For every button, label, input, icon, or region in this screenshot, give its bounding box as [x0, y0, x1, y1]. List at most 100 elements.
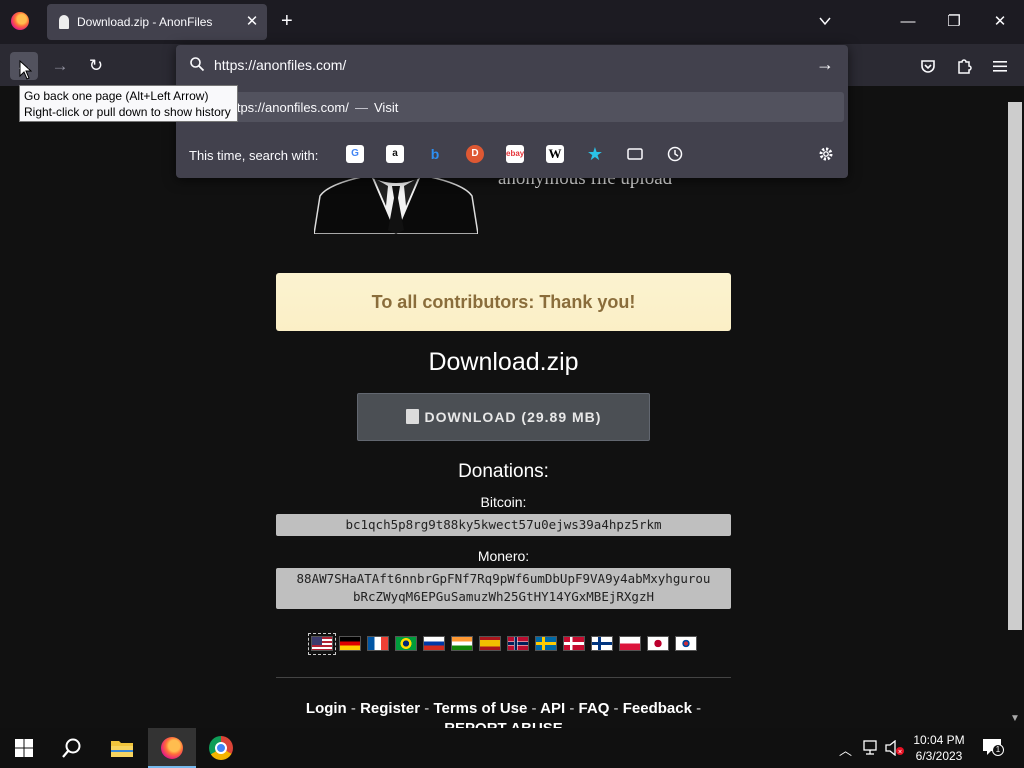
flag-pl-icon[interactable]: [619, 636, 641, 651]
tooltip-line-2: Right-click or pull down to show history: [24, 105, 231, 119]
flag-fi-icon[interactable]: [591, 636, 613, 651]
wikipedia-icon[interactable]: W: [546, 145, 564, 163]
donations-heading: Donations:: [458, 461, 549, 482]
restore-button[interactable]: ❐: [931, 0, 977, 44]
flag-se-icon[interactable]: [535, 636, 557, 651]
scroll-down-arrow-icon[interactable]: ▼: [1010, 713, 1020, 724]
tabs-icon[interactable]: [626, 145, 644, 163]
system-clock[interactable]: 10:04 PM 6/3/2023: [905, 732, 973, 764]
tab-strip: Download.zip - AnonFiles ✕ + — ❐ ✕: [0, 0, 1024, 44]
footer-separator: -: [613, 700, 619, 717]
suggestion-action: Visit: [374, 100, 399, 115]
flag-es-icon[interactable]: [479, 636, 501, 651]
flag-us-icon[interactable]: [311, 636, 333, 651]
folder-icon: [111, 741, 133, 757]
notification-count-badge: 1: [992, 744, 1004, 756]
windows-taskbar: ︿ × 10:04 PM 6/3/2023 1: [0, 728, 1024, 768]
flag-dk-icon[interactable]: [563, 636, 585, 651]
windows-logo-icon: [15, 739, 33, 757]
search-icon: [62, 738, 81, 758]
clock-date: 6/3/2023: [915, 749, 963, 763]
search-settings-gear-icon[interactable]: [817, 145, 835, 163]
chrome-icon: [209, 736, 233, 760]
tab-close-icon[interactable]: ✕: [243, 12, 261, 32]
network-icon[interactable]: [862, 740, 880, 756]
footer-divider: [276, 677, 731, 678]
close-window-button[interactable]: ✕: [977, 0, 1023, 44]
volume-muted-icon[interactable]: ×: [885, 740, 905, 756]
monero-address-line-2: bRcZWyqM6EPGuSamuzWh25GtHY14YGxMBEjRXgzH: [352, 589, 655, 604]
monero-label: Monero:: [477, 548, 530, 564]
flag-fr-icon[interactable]: [367, 636, 389, 651]
history-icon[interactable]: [666, 145, 684, 163]
forward-button[interactable]: →: [46, 52, 74, 80]
login-link[interactable]: Login: [306, 700, 347, 717]
faq-link[interactable]: FAQ: [579, 700, 610, 717]
flag-in-icon[interactable]: [451, 636, 473, 651]
url-suggestion-row[interactable]: https://anonfiles.com/ — Visit: [180, 92, 844, 122]
bitcoin-label: Bitcoin:: [480, 494, 527, 510]
scrollbar-thumb[interactable]: [1008, 102, 1022, 630]
list-all-tabs-chevron-icon[interactable]: [818, 14, 832, 28]
flag-de-icon[interactable]: [339, 636, 361, 651]
taskbar-chrome-button[interactable]: [197, 728, 245, 768]
file-explorer-button[interactable]: [98, 728, 146, 768]
tab-title: Download.zip - AnonFiles: [77, 15, 213, 29]
url-bar-dropdown: → https://anonfiles.com/ — Visit This ti…: [176, 45, 848, 178]
flag-br-icon[interactable]: [395, 636, 417, 651]
thanks-banner: To all contributors: Thank you!: [276, 273, 731, 331]
action-center-button[interactable]: 1: [982, 738, 1004, 758]
monero-address-line-1: 88AW7SHaATAft6nnbrGpFNf7Rq9pWf6umDbUpF9V…: [296, 571, 711, 586]
flag-jp-icon[interactable]: [647, 636, 669, 651]
feedback-link[interactable]: Feedback: [623, 700, 692, 717]
url-input[interactable]: [214, 51, 774, 79]
file-name-heading: Download.zip: [428, 348, 579, 376]
anonfiles-favicon-icon: [59, 15, 69, 29]
download-button-label: DOWNLOAD (29.89 MB): [424, 409, 602, 425]
footer-separator: -: [424, 700, 430, 717]
search-with-label: This time, search with:: [189, 148, 319, 163]
flag-ru-icon[interactable]: [423, 636, 445, 651]
terms-of-use-link[interactable]: Terms of Use: [433, 700, 527, 717]
hamburger-menu-icon[interactable]: [990, 56, 1010, 76]
start-button[interactable]: [0, 728, 48, 768]
pocket-icon[interactable]: [918, 56, 938, 76]
zip-file-icon: [405, 409, 419, 424]
new-tab-button[interactable]: +: [281, 11, 293, 31]
ebay-icon[interactable]: ebay: [506, 145, 524, 163]
back-button-tooltip: Go back one page (Alt+Left Arrow) Right-…: [19, 85, 238, 122]
footer-separator: -: [569, 700, 575, 717]
duckduckgo-icon[interactable]: D: [466, 145, 484, 163]
taskbar-search-button[interactable]: [48, 728, 96, 768]
flag-no-icon[interactable]: [507, 636, 529, 651]
footer-links: Login - Register - Terms of Use - API - …: [276, 699, 731, 728]
minimize-button[interactable]: —: [885, 0, 931, 44]
reload-button[interactable]: ↻: [82, 52, 110, 80]
mouse-cursor-icon: [19, 60, 32, 80]
suggestion-url: https://anonfiles.com/: [226, 100, 349, 115]
firefox-icon: [161, 737, 183, 759]
amazon-icon[interactable]: a: [386, 145, 404, 163]
search-icon: [190, 57, 205, 72]
download-button[interactable]: DOWNLOAD (29.89 MB): [357, 393, 650, 441]
bing-icon[interactable]: b: [426, 145, 444, 163]
svg-text:×: ×: [897, 749, 902, 756]
firefox-menu-icon[interactable]: [11, 12, 29, 30]
go-arrow-icon[interactable]: →: [816, 54, 834, 74]
footer-separator: -: [696, 700, 702, 717]
browser-tab-active[interactable]: Download.zip - AnonFiles ✕: [47, 4, 267, 40]
footer-separator: -: [531, 700, 537, 717]
register-link[interactable]: Register: [360, 700, 420, 717]
bitcoin-address[interactable]: bc1qch5p8rg9t88ky5kwect57u0ejws39a4hpz5r…: [276, 514, 731, 536]
google-icon[interactable]: G: [346, 145, 364, 163]
flag-kr-icon[interactable]: [675, 636, 697, 651]
monero-address[interactable]: 88AW7SHaATAft6nnbrGpFNf7Rq9pWf6umDbUpF9V…: [276, 568, 731, 609]
api-link[interactable]: API: [540, 700, 565, 717]
page-content: anonymous file upload To all contributor…: [0, 86, 1006, 728]
taskbar-firefox-button[interactable]: [148, 728, 196, 768]
bookmarks-star-icon[interactable]: ★: [586, 145, 604, 163]
tooltip-line-1: Go back one page (Alt+Left Arrow): [24, 89, 209, 103]
report-abuse-link[interactable]: REPORT ABUSE: [444, 720, 563, 728]
show-hidden-icons-chevron-icon[interactable]: ︿: [839, 740, 852, 759]
extensions-puzzle-icon[interactable]: [954, 56, 974, 76]
